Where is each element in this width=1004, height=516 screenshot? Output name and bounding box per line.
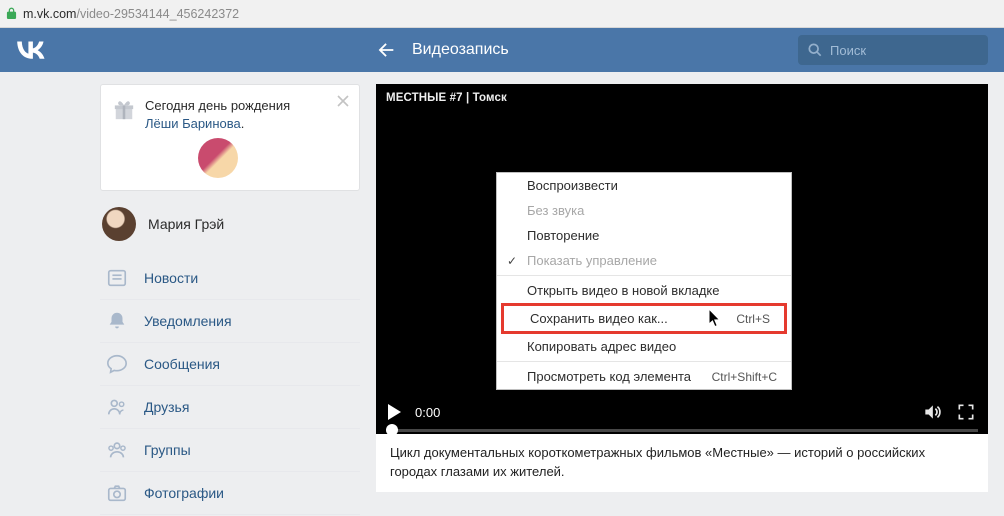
back-button[interactable] xyxy=(374,38,398,62)
progress-thumb[interactable] xyxy=(386,424,398,436)
video-description: Цикл документальных короткометражных фил… xyxy=(376,434,988,492)
play-button[interactable] xyxy=(388,404,401,420)
highlighted-option: Сохранить видео как... Ctrl+S xyxy=(501,303,787,334)
gift-icon xyxy=(113,99,135,121)
search-icon xyxy=(808,43,822,57)
ctx-inspect[interactable]: Просмотреть код элементаCtrl+Shift+C xyxy=(497,364,791,389)
ctx-open-new-tab[interactable]: Открыть видео в новой вкладке xyxy=(497,278,791,303)
sidebar-item-news[interactable]: Новости xyxy=(100,257,360,300)
sidebar-item-label: Группы xyxy=(144,442,191,458)
context-menu: Воспроизвести Без звука Повторение ✓Пока… xyxy=(496,172,792,390)
sidebar-item-label: Сообщения xyxy=(144,356,220,372)
video-title: МЕСТНЫЕ #7 | Томск xyxy=(376,84,988,112)
avatar xyxy=(102,207,136,241)
sidebar-item-label: Уведомления xyxy=(144,313,232,329)
groups-icon xyxy=(106,439,128,461)
video-player[interactable]: МЕСТНЫЕ #7 | Томск Воспроизвести Без зву… xyxy=(376,84,988,434)
vk-logo[interactable] xyxy=(16,41,174,59)
fullscreen-icon[interactable] xyxy=(956,402,976,422)
vk-header: Видеозапись Поиск xyxy=(0,28,1004,72)
volume-icon[interactable] xyxy=(922,402,942,422)
browser-address-bar[interactable]: m.vk.com/video-29534144_456242372 xyxy=(0,0,1004,28)
avatar[interactable] xyxy=(198,138,238,178)
news-icon xyxy=(106,267,128,289)
sidebar-item-photos[interactable]: Фотографии xyxy=(100,472,360,515)
video-controls: 0:00 xyxy=(376,390,988,434)
sidebar-item-label: Друзья xyxy=(144,399,189,415)
birthday-person-link[interactable]: Лёши Баринова xyxy=(145,116,241,131)
ctx-save-as[interactable]: Сохранить видео как... Ctrl+S xyxy=(504,306,784,331)
ctx-play[interactable]: Воспроизвести xyxy=(497,173,791,198)
sidebar-item-label: Новости xyxy=(144,270,198,286)
current-user-link[interactable]: Мария Грэй xyxy=(100,201,360,247)
url-text: m.vk.com/video-29534144_456242372 xyxy=(23,7,239,21)
search-input[interactable]: Поиск xyxy=(798,35,988,65)
camera-icon xyxy=(106,482,128,504)
ctx-mute: Без звука xyxy=(497,198,791,223)
message-icon xyxy=(106,353,128,375)
cursor-icon xyxy=(708,308,722,328)
lock-icon xyxy=(6,7,17,20)
birthday-text: Сегодня день рождения Лёши Баринова. xyxy=(145,97,323,132)
sidebar-item-label: Фотографии xyxy=(144,485,224,501)
sidebar-item-messages[interactable]: Сообщения xyxy=(100,343,360,386)
ctx-show-controls: ✓Показать управление xyxy=(497,248,791,273)
video-time: 0:00 xyxy=(415,405,440,420)
close-icon[interactable] xyxy=(337,95,349,107)
sidebar-item-groups[interactable]: Группы xyxy=(100,429,360,472)
check-icon: ✓ xyxy=(507,254,517,268)
page-title: Видеозапись xyxy=(412,41,509,59)
ctx-copy-address[interactable]: Копировать адрес видео xyxy=(497,334,791,359)
progress-bar[interactable] xyxy=(386,429,978,432)
sidebar-nav: Новости Уведомления Сообщения Друзья Гру… xyxy=(100,257,360,515)
sidebar-item-friends[interactable]: Друзья xyxy=(100,386,360,429)
arrow-left-icon xyxy=(375,39,397,61)
bell-icon xyxy=(106,310,128,332)
birthday-card: Сегодня день рождения Лёши Баринова. xyxy=(100,84,360,191)
ctx-loop[interactable]: Повторение xyxy=(497,223,791,248)
sidebar-item-notifications[interactable]: Уведомления xyxy=(100,300,360,343)
friends-icon xyxy=(106,396,128,418)
